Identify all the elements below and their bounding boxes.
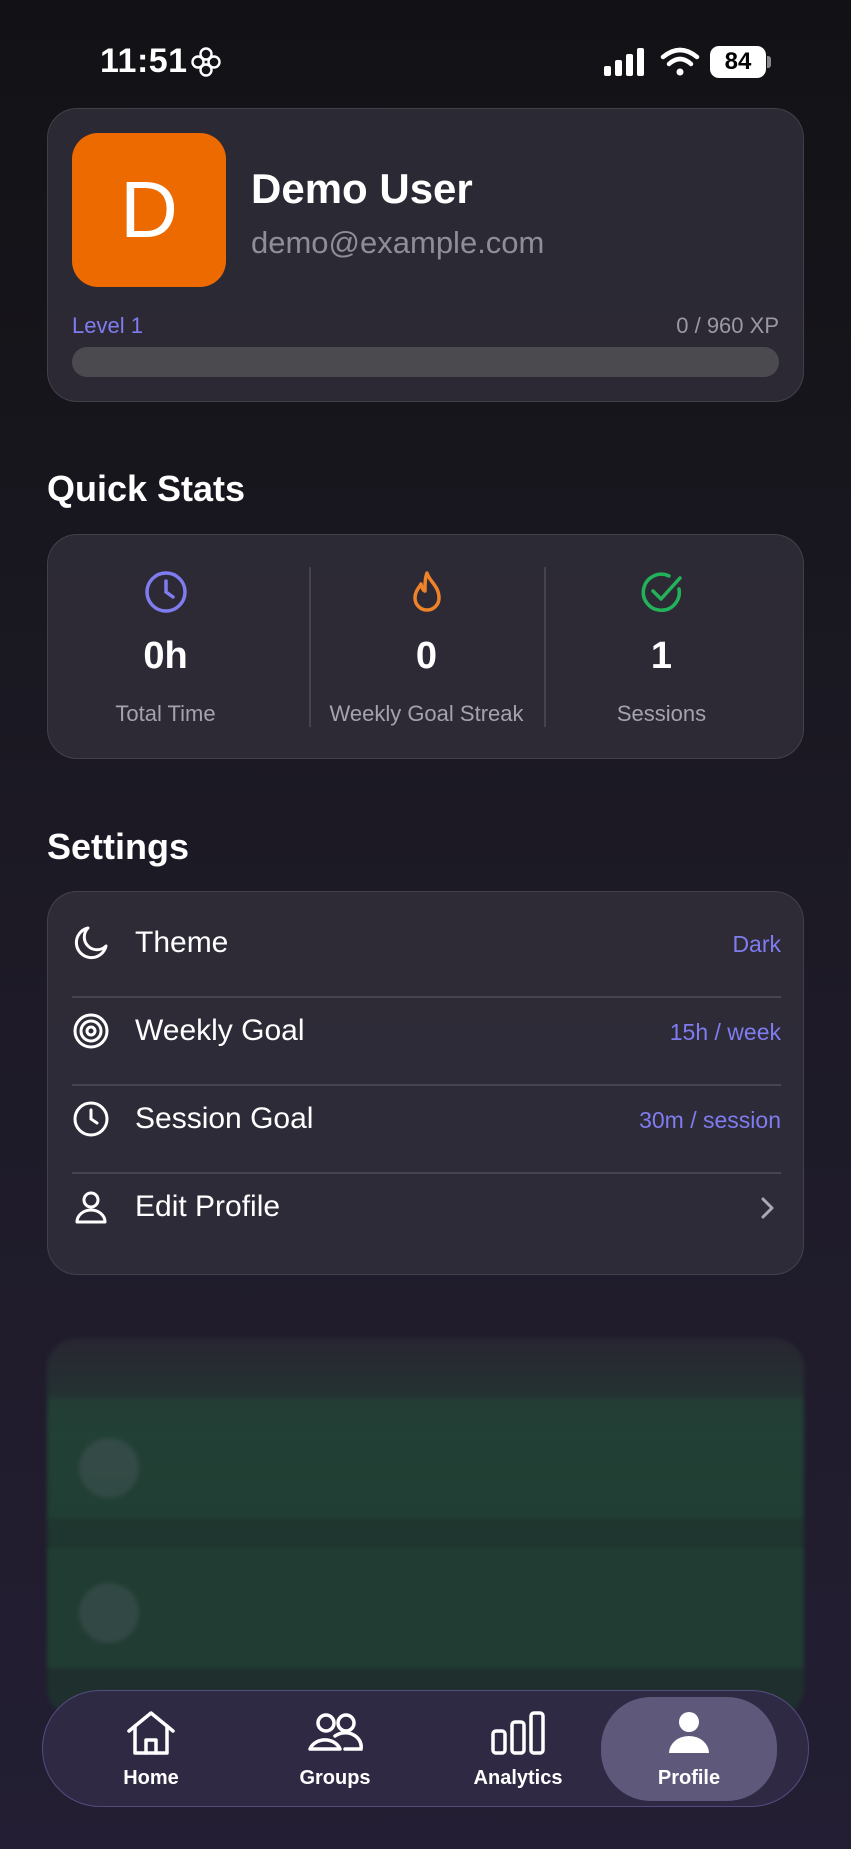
setting-value: Dark	[732, 931, 781, 957]
setting-session-goal[interactable]: Session Goal 30m / session	[72, 1076, 781, 1164]
setting-edit-profile[interactable]: Edit Profile	[72, 1164, 781, 1252]
battery-level: 84	[710, 46, 766, 78]
stat-sessions: 1 Sessions	[544, 535, 779, 760]
stat-value: 0h	[143, 635, 188, 677]
stat-weekly-goal-streak: 0 Weekly Goal Streak	[309, 535, 544, 760]
tab-home[interactable]: Home	[63, 1691, 239, 1805]
status-time: 11:51	[100, 42, 188, 80]
stat-label: Sessions	[616, 701, 707, 726]
tab-label: Groups	[299, 1767, 371, 1789]
tab-groups[interactable]: Groups	[247, 1691, 423, 1805]
setting-label: Session Goal	[135, 1102, 314, 1135]
stat-value: 1	[650, 635, 673, 677]
setting-label: Edit Profile	[135, 1190, 281, 1223]
blurred-content-card	[47, 1338, 804, 1718]
tab-label: Home	[123, 1767, 179, 1789]
flame-icon	[412, 571, 441, 612]
analytics-icon	[491, 1711, 545, 1755]
clock-icon	[144, 571, 187, 613]
status-bar: 11:51 84	[0, 0, 851, 110]
setting-theme[interactable]: Theme Dark	[72, 900, 781, 988]
quick-stats-card: 0h Total Time 0 Weekly Goal Streak 1 Ses…	[47, 534, 804, 759]
level-label: Level 1	[72, 313, 143, 338]
xp-label: 0 / 960 XP	[676, 313, 779, 338]
setting-label: Weekly Goal	[135, 1014, 305, 1047]
check-circle-icon	[641, 572, 682, 613]
stat-total-time: 0h Total Time	[48, 535, 283, 760]
profile-card: D Demo User demo@example.com Level 1 0 /…	[47, 108, 804, 402]
battery-icon: 84	[710, 46, 772, 78]
signal-icon	[604, 48, 644, 76]
stat-value: 0	[415, 635, 438, 677]
home-icon	[127, 1711, 175, 1755]
profile-icon	[669, 1712, 709, 1753]
setting-value: 15h / week	[669, 1019, 781, 1045]
target-icon	[73, 1013, 109, 1049]
quick-stats-title: Quick Stats	[47, 468, 246, 509]
user-icon	[75, 1191, 107, 1224]
groups-icon	[308, 1713, 363, 1751]
tab-bar: Home Groups Analytics Profile	[42, 1690, 809, 1807]
user-email: demo@example.com	[251, 225, 545, 260]
clock-icon	[73, 1101, 109, 1137]
wifi-icon	[660, 47, 700, 76]
stat-label: Total Time	[115, 701, 216, 726]
setting-label: Theme	[135, 926, 229, 959]
tab-label: Profile	[657, 1767, 721, 1789]
avatar[interactable]: D	[72, 133, 226, 287]
flower-icon	[191, 47, 221, 77]
settings-title: Settings	[47, 826, 190, 867]
setting-value: 30m / session	[639, 1107, 781, 1133]
tab-label: Analytics	[473, 1767, 563, 1789]
chevron-right-icon	[761, 1197, 774, 1219]
moon-icon	[74, 926, 108, 960]
user-name: Demo User	[251, 165, 473, 212]
xp-progress-bar	[72, 347, 779, 377]
settings-card: Theme Dark Weekly Goal 15h / week Sessio…	[47, 891, 804, 1275]
tab-profile[interactable]: Profile	[601, 1697, 777, 1801]
setting-weekly-goal[interactable]: Weekly Goal 15h / week	[72, 988, 781, 1076]
tab-analytics[interactable]: Analytics	[430, 1691, 606, 1805]
stat-label: Weekly Goal Streak	[329, 701, 524, 726]
